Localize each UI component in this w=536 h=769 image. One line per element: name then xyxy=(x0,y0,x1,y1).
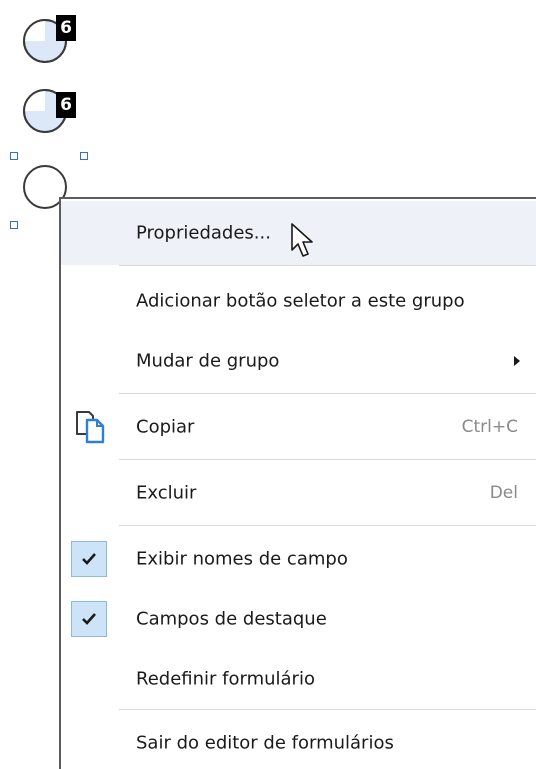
copy-icon xyxy=(76,411,105,444)
menu-separator xyxy=(119,525,536,526)
field-count-badge: 6 xyxy=(56,92,76,118)
field-count-badge: 6 xyxy=(56,15,76,41)
menu-item-shortcut: Ctrl+C xyxy=(461,417,518,437)
menu-item-label: Copiar xyxy=(136,416,195,438)
selection-handle-top-left[interactable] xyxy=(10,152,18,160)
chevron-right-icon xyxy=(514,356,520,366)
menu-separator xyxy=(119,393,536,394)
check-icon xyxy=(71,601,107,637)
menu-item-exit-form-editor[interactable]: Sair do editor de formulários xyxy=(61,711,536,769)
menu-item-change-group[interactable]: Mudar de grupo xyxy=(61,329,536,393)
menu-item-copy[interactable]: Copiar Ctrl+C xyxy=(61,395,536,459)
menu-item-label: Redefinir formulário xyxy=(136,668,315,690)
menu-item-label: Mudar de grupo xyxy=(136,350,280,372)
selection-handle-top-right[interactable] xyxy=(80,152,88,160)
menu-item-shortcut: Del xyxy=(489,483,518,503)
menu-item-label: Campos de destaque xyxy=(136,608,327,630)
selection-handle-bottom-left[interactable] xyxy=(10,221,18,229)
mouse-cursor-icon xyxy=(291,223,313,257)
context-menu: Propriedades... Adicionar botão seletor … xyxy=(59,197,536,769)
menu-item-delete[interactable]: Excluir Del xyxy=(61,461,536,525)
menu-separator xyxy=(119,709,536,710)
menu-item-label: Excluir xyxy=(136,482,197,504)
menu-item-label: Exibir nomes de campo xyxy=(136,548,348,570)
menu-item-show-field-names[interactable]: Exibir nomes de campo xyxy=(61,527,536,591)
check-icon xyxy=(71,541,107,577)
form-editor-canvas: 6 6 Propriedades... Adicionar botão sele… xyxy=(0,0,536,769)
menu-separator xyxy=(119,459,536,460)
menu-item-label: Propriedades... xyxy=(136,222,271,244)
menu-item-label: Sair do editor de formulários xyxy=(136,732,394,754)
menu-item-label: Adicionar botão seletor a este grupo xyxy=(136,290,465,312)
menu-item-reset-form[interactable]: Redefinir formulário xyxy=(61,647,536,711)
menu-separator xyxy=(119,265,536,266)
menu-item-add-radio-to-group[interactable]: Adicionar botão seletor a este grupo xyxy=(61,269,536,333)
menu-item-highlight-fields[interactable]: Campos de destaque xyxy=(61,587,536,651)
